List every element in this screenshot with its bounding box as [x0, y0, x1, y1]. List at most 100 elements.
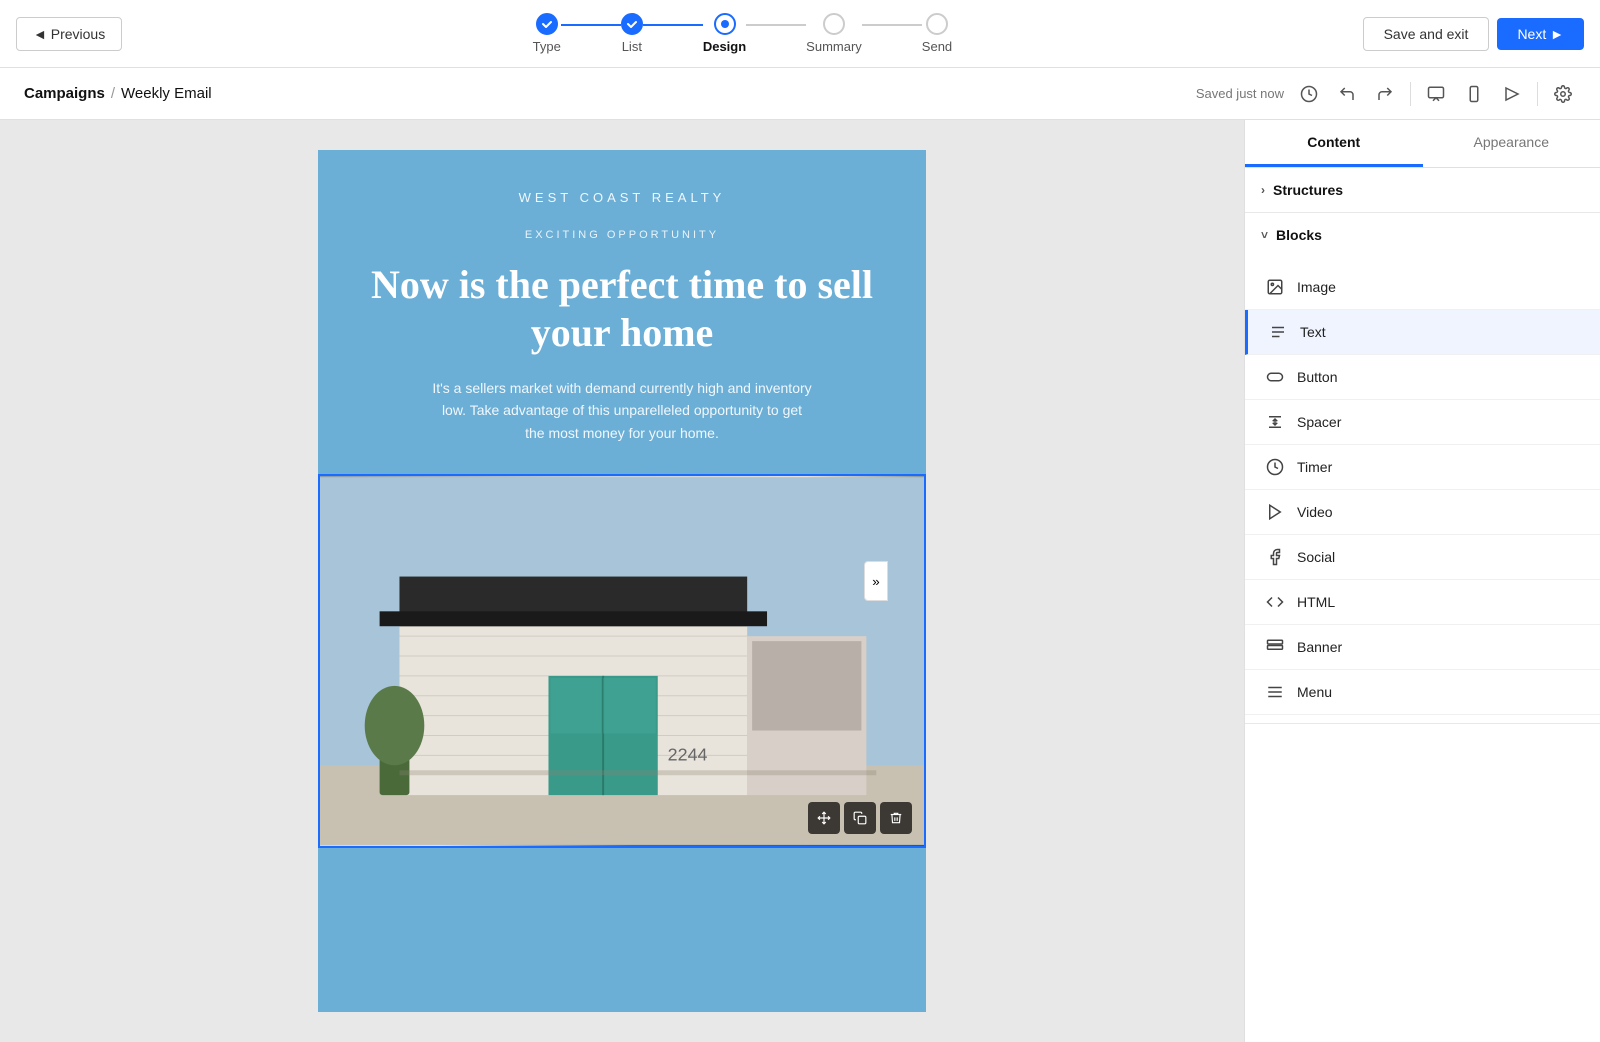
step-circle-type [536, 13, 558, 35]
block-image[interactable]: Image [1245, 265, 1600, 310]
step-circle-send [926, 13, 948, 35]
structures-header[interactable]: › Structures [1245, 168, 1600, 212]
button-block-icon [1265, 367, 1285, 387]
block-button-label: Button [1297, 369, 1337, 385]
step-line-1 [561, 24, 621, 26]
save-exit-button[interactable]: Save and exit [1363, 17, 1490, 51]
block-html[interactable]: HTML [1245, 580, 1600, 625]
email-preview: WEST COAST REALTY EXCITING OPPORTUNITY N… [318, 150, 926, 1012]
blocks-section: ˅ Blocks Image Text [1245, 213, 1600, 724]
email-image-placeholder: 2244 [320, 476, 924, 846]
preview-icon-btn[interactable] [1423, 81, 1449, 107]
top-bar: ◄ Previous Type List Design [0, 0, 1600, 68]
block-banner[interactable]: Banner [1245, 625, 1600, 670]
blocks-list: Image Text Button [1245, 257, 1600, 723]
block-button[interactable]: Button [1245, 355, 1600, 400]
text-block-icon [1268, 322, 1288, 342]
email-image-section[interactable]: 2244 [318, 474, 926, 848]
collapse-panel-button[interactable]: » [864, 561, 888, 601]
breadcrumb-bar: Campaigns / Weekly Email Saved just now [0, 68, 1600, 120]
video-block-icon [1265, 502, 1285, 522]
block-social-label: Social [1297, 549, 1335, 565]
previous-button[interactable]: ◄ Previous [16, 17, 122, 51]
email-body-text: It's a sellers market with demand curren… [432, 377, 812, 444]
move-block-button[interactable] [808, 802, 840, 834]
block-text-label: Text [1300, 324, 1326, 340]
block-video-label: Video [1297, 504, 1333, 520]
breadcrumb-parent[interactable]: Campaigns [24, 85, 105, 102]
block-text[interactable]: Text [1245, 310, 1600, 355]
block-spacer[interactable]: Spacer [1245, 400, 1600, 445]
timer-block-icon [1265, 457, 1285, 477]
saved-status: Saved just now [1196, 86, 1284, 101]
tab-content[interactable]: Content [1245, 120, 1423, 167]
email-hero[interactable]: WEST COAST REALTY EXCITING OPPORTUNITY N… [318, 150, 926, 474]
step-circle-design [714, 13, 736, 35]
step-line-2 [643, 24, 703, 26]
step-type[interactable]: Type [533, 13, 561, 54]
chevron-right-icon: › [1261, 183, 1265, 197]
main-layout: WEST COAST REALTY EXCITING OPPORTUNITY N… [0, 120, 1600, 1042]
redo-icon-btn[interactable] [1372, 81, 1398, 107]
email-subheading: EXCITING OPPORTUNITY [358, 229, 886, 241]
step-circle-list [621, 13, 643, 35]
structures-section: › Structures [1245, 168, 1600, 213]
next-button[interactable]: Next ► [1497, 18, 1584, 50]
step-line-3 [746, 24, 806, 26]
html-block-icon [1265, 592, 1285, 612]
stepper: Type List Design Summary Send [533, 13, 953, 54]
history-icon-btn[interactable] [1296, 81, 1322, 107]
chevron-down-icon: ˅ [1261, 228, 1268, 242]
banner-block-icon [1265, 637, 1285, 657]
block-menu[interactable]: Menu [1245, 670, 1600, 715]
breadcrumb: Campaigns / Weekly Email [24, 85, 212, 102]
test-send-icon-btn[interactable] [1499, 81, 1525, 107]
settings-icon-btn[interactable] [1550, 81, 1576, 107]
step-line-4 [862, 24, 922, 26]
block-social[interactable]: Social [1245, 535, 1600, 580]
block-spacer-label: Spacer [1297, 414, 1341, 430]
duplicate-block-button[interactable] [844, 802, 876, 834]
image-toolbar [808, 802, 912, 834]
house-illustration: 2244 [320, 476, 924, 846]
step-summary[interactable]: Summary [806, 13, 862, 54]
step-label-send: Send [922, 39, 952, 54]
structures-label: Structures [1273, 182, 1343, 198]
panel-tabs: Content Appearance [1245, 120, 1600, 168]
step-send[interactable]: Send [922, 13, 952, 54]
spacer-block-icon [1265, 412, 1285, 432]
block-menu-label: Menu [1297, 684, 1332, 700]
breadcrumb-current: Weekly Email [121, 85, 212, 102]
block-html-label: HTML [1297, 594, 1335, 610]
block-image-label: Image [1297, 279, 1336, 295]
tab-appearance[interactable]: Appearance [1423, 120, 1600, 167]
block-video[interactable]: Video [1245, 490, 1600, 535]
block-timer[interactable]: Timer [1245, 445, 1600, 490]
block-banner-label: Banner [1297, 639, 1342, 655]
mobile-preview-icon-btn[interactable] [1461, 81, 1487, 107]
email-headline: Now is the perfect time to sell your hom… [358, 261, 886, 357]
menu-block-icon [1265, 682, 1285, 702]
email-brand: WEST COAST REALTY [358, 190, 886, 205]
block-timer-label: Timer [1297, 459, 1332, 475]
chevron-right-icon: » [872, 574, 879, 589]
right-panel: Content Appearance › Structures ˅ Blocks [1244, 120, 1600, 1042]
divider-2 [1537, 82, 1538, 106]
divider [1410, 82, 1411, 106]
step-label-design: Design [703, 39, 746, 54]
step-circle-summary [823, 13, 845, 35]
image-block-icon [1265, 277, 1285, 297]
undo-icon-btn[interactable] [1334, 81, 1360, 107]
step-list[interactable]: List [621, 13, 643, 54]
social-block-icon [1265, 547, 1285, 567]
canvas-area: WEST COAST REALTY EXCITING OPPORTUNITY N… [0, 120, 1244, 1042]
blocks-label: Blocks [1276, 227, 1322, 243]
delete-block-button[interactable] [880, 802, 912, 834]
step-label-summary: Summary [806, 39, 862, 54]
step-design[interactable]: Design [703, 13, 746, 54]
top-bar-left: ◄ Previous [16, 17, 122, 51]
breadcrumb-actions: Saved just now [1196, 81, 1576, 107]
svg-text:2244: 2244 [668, 745, 708, 765]
blocks-header[interactable]: ˅ Blocks [1245, 213, 1600, 257]
step-label-type: Type [533, 39, 561, 54]
